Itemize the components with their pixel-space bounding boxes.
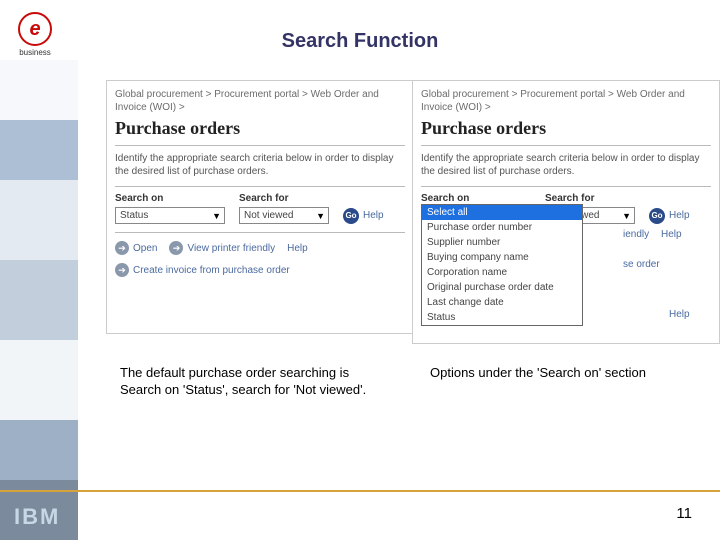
page-heading: Purchase orders: [421, 118, 711, 139]
divider-line: [0, 490, 720, 492]
dropdown-option[interactable]: Purchase order number: [422, 220, 582, 235]
intro-text: Identify the appropriate search criteria…: [115, 145, 405, 178]
page-heading: Purchase orders: [115, 118, 405, 139]
breadcrumb: Global procurement > Procurement portal …: [421, 88, 711, 114]
arrow-icon: ➔: [169, 241, 183, 255]
dropdown-option[interactable]: Buying company name: [422, 250, 582, 265]
dropdown-option[interactable]: Corporation name: [422, 265, 582, 280]
search-for-label: Search for: [239, 193, 329, 204]
chevron-down-icon: ▼: [212, 211, 221, 221]
search-for-select[interactable]: Not viewed ▼: [239, 207, 329, 224]
search-for-label: Search for: [545, 193, 635, 204]
dropdown-option[interactable]: Last change date: [422, 295, 582, 310]
page-number: 11: [676, 505, 692, 522]
search-for-value: Not viewed: [244, 210, 293, 221]
screenshot-right: Global procurement > Procurement portal …: [412, 80, 720, 344]
arrow-icon: ➔: [115, 263, 129, 277]
help-link[interactable]: Help: [363, 210, 384, 221]
create-invoice-button[interactable]: ➔Create invoice from purchase order: [115, 263, 290, 277]
dropdown-option[interactable]: Supplier number: [422, 235, 582, 250]
help-link[interactable]: Help: [669, 210, 690, 221]
go-button[interactable]: Go: [343, 208, 359, 224]
search-on-dropdown[interactable]: Select all Purchase order number Supplie…: [421, 204, 583, 326]
arrow-icon: ➔: [115, 241, 129, 255]
peek-text: Help: [661, 229, 682, 240]
dropdown-option[interactable]: Status: [422, 310, 582, 325]
caption-left: The default purchase order searching is …: [120, 365, 380, 399]
breadcrumb: Global procurement > Procurement portal …: [115, 88, 405, 114]
dropdown-option[interactable]: Select all: [422, 205, 582, 220]
peek-text: se order: [623, 259, 660, 270]
search-on-select[interactable]: Status ▼: [115, 207, 225, 224]
search-on-value: Status: [120, 210, 148, 221]
printer-friendly-button[interactable]: ➔View printer friendly: [169, 241, 275, 255]
caption-right: Options under the 'Search on' section: [430, 365, 690, 382]
intro-text: Identify the appropriate search criteria…: [421, 145, 711, 178]
go-button[interactable]: Go: [649, 208, 665, 224]
screenshot-left: Global procurement > Procurement portal …: [106, 80, 414, 334]
ibm-logo: IBM: [14, 504, 60, 530]
dropdown-option[interactable]: Original purchase order date: [422, 280, 582, 295]
chevron-down-icon: ▼: [316, 211, 325, 221]
help-link[interactable]: Help: [287, 243, 308, 254]
search-on-label: Search on: [115, 193, 225, 204]
decorative-strip: [0, 0, 78, 540]
slide-title: Search Function: [0, 30, 720, 53]
search-on-label: Search on: [421, 193, 531, 204]
peek-text: Help: [669, 309, 690, 320]
peek-text: iendly: [623, 229, 649, 240]
chevron-down-icon: ▼: [622, 211, 631, 221]
open-button[interactable]: ➔Open: [115, 241, 157, 255]
